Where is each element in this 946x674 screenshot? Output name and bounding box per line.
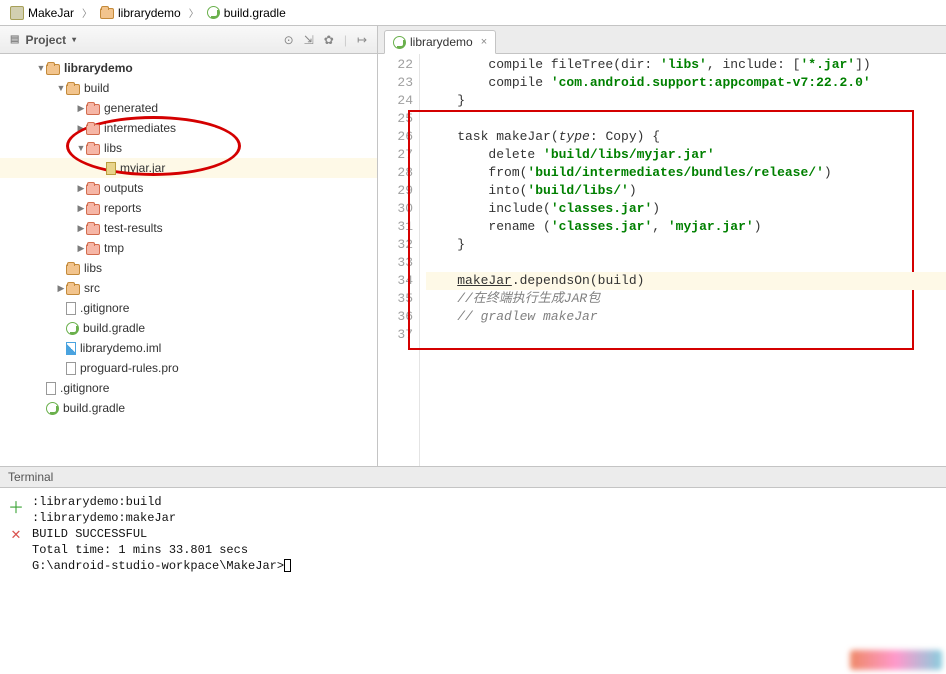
terminal-cursor bbox=[284, 559, 291, 572]
tree-file[interactable]: .gitignore bbox=[0, 298, 377, 318]
code-area[interactable]: 22232425262728293031323334353637 compile… bbox=[378, 54, 946, 466]
tree-node[interactable]: ▶outputs bbox=[0, 178, 377, 198]
chevron-right-icon: 〉 bbox=[187, 5, 201, 20]
tree-file[interactable]: build.gradle bbox=[0, 318, 377, 338]
project-panel: ▤ Project ▾ ⊙ ⇲ ✿ | ↦ ▼librarydemo ▼buil… bbox=[0, 26, 378, 466]
tree-node[interactable]: ▶generated bbox=[0, 98, 377, 118]
tree-file[interactable]: build.gradle bbox=[0, 398, 377, 418]
editor-tab[interactable]: librarydemo × bbox=[384, 30, 496, 54]
tree-node[interactable]: libs bbox=[0, 258, 377, 278]
tree-node[interactable]: ▼libs bbox=[0, 138, 377, 158]
crumb-module[interactable]: librarydemo bbox=[94, 6, 187, 20]
watermark bbox=[850, 650, 942, 670]
crumb-project[interactable]: MakeJar bbox=[4, 6, 80, 20]
tree-node[interactable]: ▶src bbox=[0, 278, 377, 298]
hide-icon[interactable]: ↦ bbox=[357, 33, 367, 47]
collapse-icon[interactable]: ⇲ bbox=[304, 33, 314, 47]
tree-node[interactable]: ▶intermediates bbox=[0, 118, 377, 138]
tree-file-myjar[interactable]: myjar.jar bbox=[0, 158, 377, 178]
chevron-right-icon: 〉 bbox=[80, 5, 94, 20]
breadcrumb: MakeJar 〉 librarydemo 〉 build.gradle bbox=[0, 0, 946, 26]
crumb-file[interactable]: build.gradle bbox=[201, 6, 292, 20]
tree-node[interactable]: ▶test-results bbox=[0, 218, 377, 238]
locate-icon[interactable]: ⊙ bbox=[284, 33, 294, 47]
editor-tab-label: librarydemo bbox=[410, 35, 473, 49]
gradle-icon bbox=[393, 36, 406, 49]
new-session-icon[interactable]: ＋ bbox=[0, 494, 32, 518]
editor: librarydemo × 22232425262728293031323334… bbox=[378, 26, 946, 466]
project-panel-header: ▤ Project ▾ ⊙ ⇲ ✿ | ↦ bbox=[0, 26, 377, 54]
line-gutter: 22232425262728293031323334353637 bbox=[378, 54, 420, 466]
terminal-output[interactable]: :librarydemo:build :librarydemo:makeJar … bbox=[32, 488, 946, 674]
tree-file[interactable]: .gitignore bbox=[0, 378, 377, 398]
project-tree[interactable]: ▼librarydemo ▼build ▶generated ▶intermed… bbox=[0, 54, 377, 466]
tree-root[interactable]: ▼librarydemo bbox=[0, 58, 377, 78]
code-lines[interactable]: compile fileTree(dir: 'libs', include: [… bbox=[420, 54, 946, 466]
terminal-controls: ＋ ✕ bbox=[0, 488, 32, 674]
project-view-selector[interactable]: ▤ Project ▾ bbox=[10, 33, 76, 47]
terminal-header[interactable]: Terminal bbox=[0, 466, 946, 488]
close-icon[interactable]: × bbox=[481, 36, 487, 48]
tree-file[interactable]: librarydemo.iml bbox=[0, 338, 377, 358]
tree-node[interactable]: ▶tmp bbox=[0, 238, 377, 258]
tree-node[interactable]: ▶reports bbox=[0, 198, 377, 218]
editor-tabs: librarydemo × bbox=[378, 26, 946, 54]
tree-file[interactable]: proguard-rules.pro bbox=[0, 358, 377, 378]
terminal[interactable]: ＋ ✕ :librarydemo:build :librarydemo:make… bbox=[0, 488, 946, 674]
close-session-icon[interactable]: ✕ bbox=[0, 524, 32, 544]
settings-icon[interactable]: ✿ bbox=[324, 33, 334, 47]
tree-node[interactable]: ▼build bbox=[0, 78, 377, 98]
